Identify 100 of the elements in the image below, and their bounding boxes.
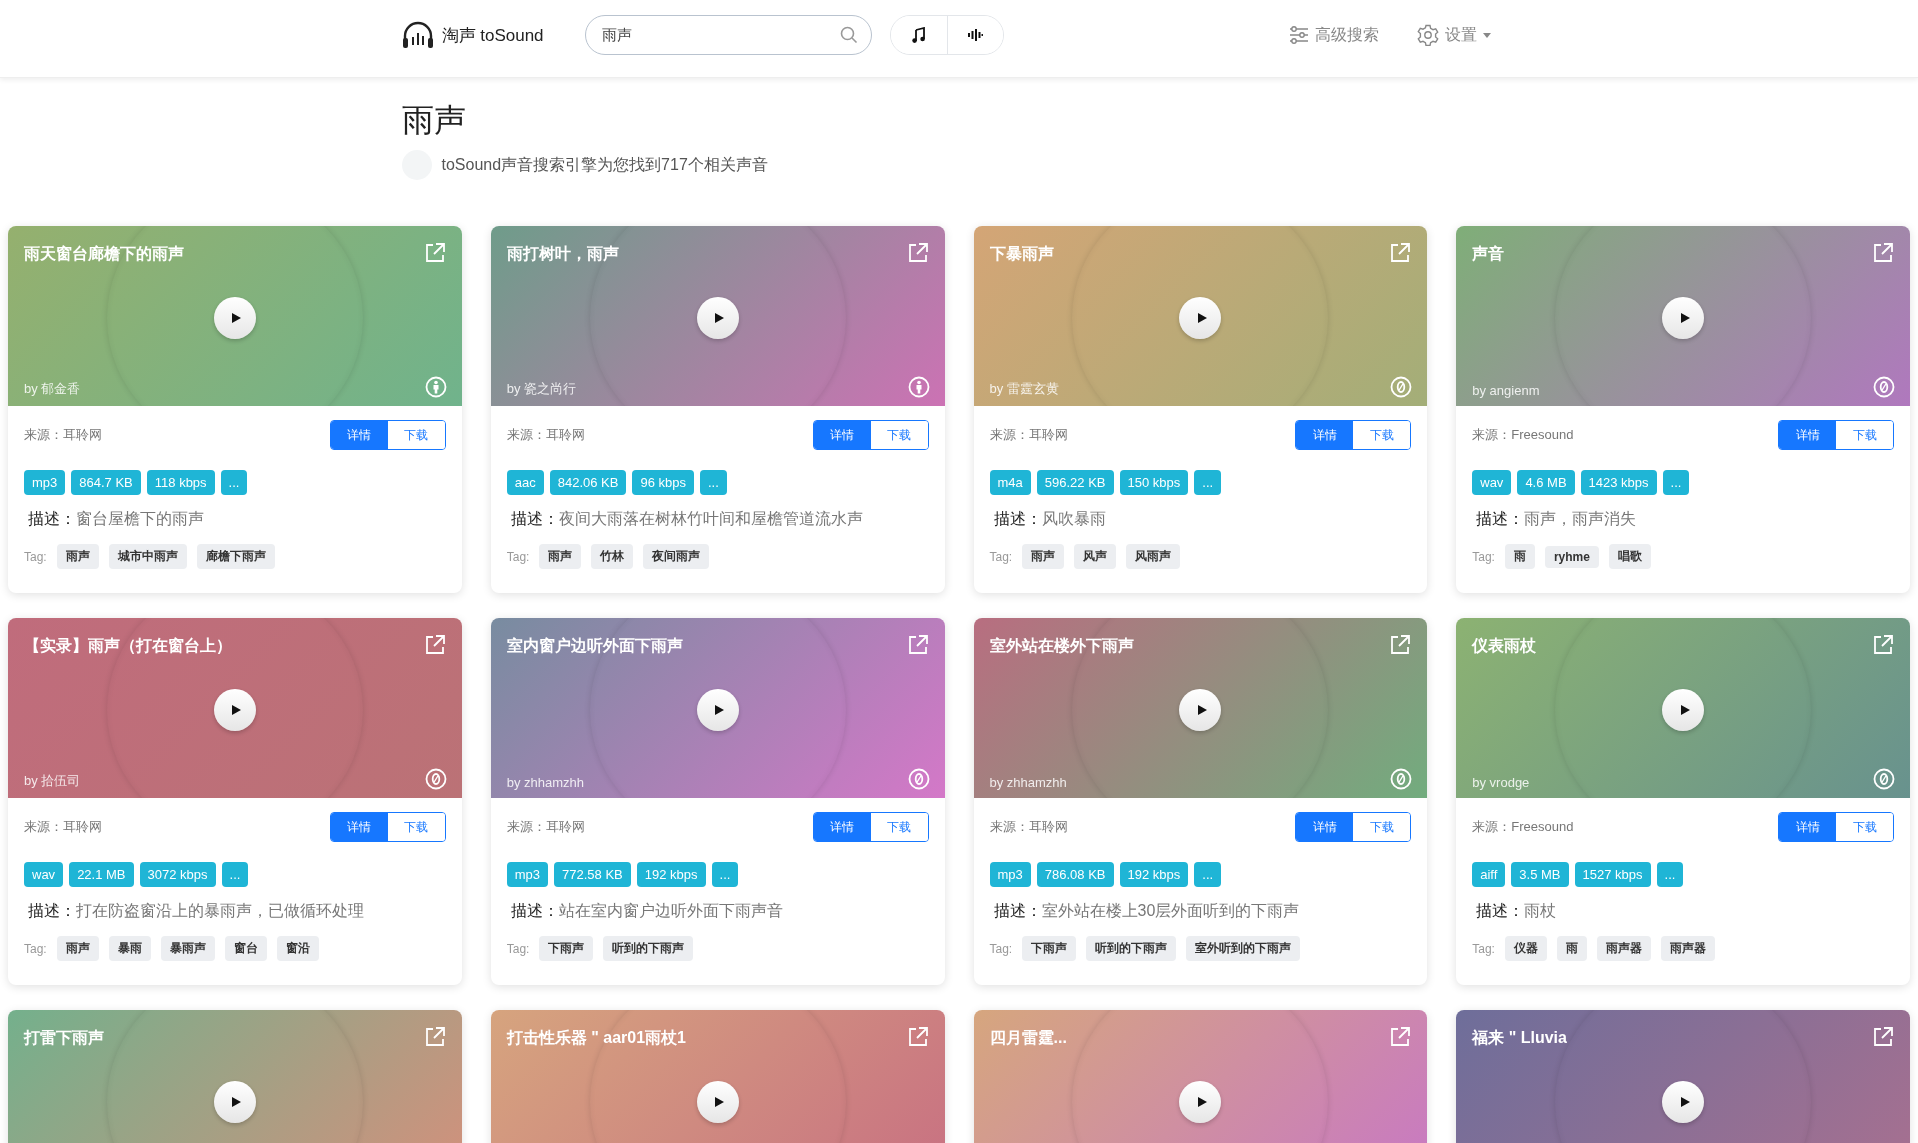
source-text: 来源：耳聆网 [989, 426, 1068, 444]
tag-chip[interactable]: 雨 [1504, 544, 1535, 569]
tag-chip[interactable]: 雨声 [539, 544, 582, 569]
sound-title[interactable]: 仪表雨杖 [1472, 636, 1537, 657]
external-link-icon[interactable] [906, 634, 929, 656]
play-button[interactable] [696, 689, 739, 731]
zero-license-icon [424, 768, 447, 790]
play-button[interactable] [696, 1081, 739, 1123]
details-button[interactable]: 详情 [1779, 813, 1836, 841]
tag-chip[interactable]: 风声 [1074, 544, 1117, 569]
tag-chip[interactable]: 竹林 [591, 544, 634, 569]
play-button[interactable] [1662, 297, 1705, 339]
tag-chip[interactable]: 窗沿 [276, 936, 319, 961]
search-field[interactable]: 雨声 [584, 15, 872, 55]
play-button[interactable] [213, 689, 256, 731]
source-text: 来源：耳聆网 [24, 426, 102, 444]
format-badge: 3.5 MB [1511, 862, 1569, 887]
zero-license-icon [907, 768, 930, 790]
details-button[interactable]: 详情 [813, 421, 871, 449]
tag-chip[interactable]: 夜间雨声 [643, 544, 710, 569]
tag-chip[interactable]: 雨声 [56, 544, 99, 569]
sound-title[interactable]: 雨打树叶，雨声 [506, 244, 619, 265]
nav-link[interactable]: 高级搜索 [1288, 24, 1379, 46]
sound-title[interactable]: 福来 " Lluvia [1472, 1028, 1567, 1049]
sound-title[interactable]: 雨天窗台廊檐下的雨声 [24, 244, 184, 265]
author-name[interactable]: by 瓷之尚行 [506, 380, 577, 398]
sound-title[interactable]: 打雷下雨声 [24, 1028, 104, 1049]
play-icon [1678, 312, 1691, 324]
tag-chip[interactable]: 暴雨声 [160, 936, 215, 961]
nav-link[interactable]: 设置 [1416, 24, 1491, 46]
sound-title[interactable]: 室内窗户边听外面下雨声 [506, 636, 683, 657]
source-text: 来源：Freesound [1472, 426, 1574, 444]
external-link-icon[interactable] [1872, 242, 1894, 264]
details-button[interactable]: 详情 [813, 813, 871, 841]
play-button[interactable] [1662, 689, 1705, 731]
brand-name[interactable]: 淘声 toSound [441, 23, 544, 47]
play-button[interactable] [1179, 689, 1222, 731]
sound-title[interactable]: 【实录】雨声（打在窗台上） [24, 636, 232, 657]
tag-chip[interactable]: 下雨声 [1022, 936, 1077, 961]
external-link-icon[interactable] [423, 634, 446, 656]
description-text: 描述：风吹暴雨 [993, 509, 1107, 529]
author-name[interactable]: by zhhamzhh [989, 775, 1067, 790]
author-name[interactable]: by angienm [1472, 383, 1540, 398]
tag-chip[interactable]: 雨 [1556, 936, 1587, 961]
author-name[interactable]: by 拾伍司 [24, 772, 81, 790]
sound-title[interactable]: 声音 [1472, 244, 1505, 265]
tag-chip[interactable]: 城市中雨声 [108, 544, 187, 569]
sound-mode-button[interactable] [946, 16, 1003, 54]
sound-title[interactable]: 室外站在楼外下雨声 [989, 636, 1134, 657]
tag-chip[interactable]: 仪器 [1504, 936, 1547, 961]
tag-chip[interactable]: 暴雨 [108, 936, 151, 961]
details-button[interactable]: 详情 [1779, 421, 1836, 449]
tag-chip[interactable]: 雨声器 [1596, 936, 1651, 961]
play-icon [713, 704, 726, 716]
external-link-icon[interactable] [423, 1026, 446, 1048]
play-button[interactable] [1179, 297, 1222, 339]
source-text: 来源：耳聆网 [506, 818, 585, 836]
details-button[interactable]: 详情 [1296, 813, 1354, 841]
external-link-icon[interactable] [1872, 634, 1894, 656]
author-name[interactable]: by 郁金香 [24, 380, 81, 398]
zero-license-icon [1873, 768, 1895, 790]
tag-chip[interactable]: 听到的下雨声 [603, 936, 694, 961]
play-icon [1195, 1096, 1208, 1108]
play-button[interactable] [696, 297, 739, 339]
tag-chip[interactable]: 雨声器 [1660, 936, 1715, 961]
play-button[interactable] [1179, 1081, 1222, 1123]
details-button[interactable]: 详情 [330, 421, 388, 449]
tag-chip[interactable]: 雨声 [56, 936, 99, 961]
sound-title[interactable]: 打击性乐器 " aar01雨杖1 [506, 1028, 686, 1049]
sound-title[interactable]: 四月雷霆... [989, 1028, 1067, 1049]
tag-label: Tag: [1472, 941, 1495, 956]
external-link-icon[interactable] [1389, 634, 1412, 656]
author-name[interactable]: by zhhamzhh [506, 775, 585, 790]
external-link-icon[interactable] [1389, 1026, 1412, 1048]
tag-chip[interactable]: 室外听到的下雨声 [1186, 936, 1301, 961]
tag-chip[interactable]: 窗台 [224, 936, 267, 961]
tag-chip[interactable]: 风雨声 [1126, 544, 1181, 569]
tag-chip[interactable]: 廊檐下雨声 [196, 544, 275, 569]
tag-chip[interactable]: ryhme [1544, 545, 1599, 568]
format-badge: aac [506, 470, 544, 495]
play-button[interactable] [213, 297, 256, 339]
external-link-icon[interactable] [906, 1026, 929, 1048]
sound-title[interactable]: 下暴雨声 [989, 244, 1054, 265]
external-link-icon[interactable] [906, 242, 929, 264]
format-badge: ... [1194, 470, 1222, 495]
play-button[interactable] [213, 1081, 256, 1123]
details-button[interactable]: 详情 [1296, 421, 1354, 449]
format-badge: ... [1194, 862, 1222, 887]
play-button[interactable] [1662, 1081, 1705, 1123]
search-icon[interactable] [839, 26, 858, 44]
author-name[interactable]: by vrodge [1472, 775, 1530, 790]
tag-chip[interactable]: 雨声 [1022, 544, 1065, 569]
tag-chip[interactable]: 听到的下雨声 [1086, 936, 1177, 961]
tag-chip[interactable]: 下雨声 [539, 936, 594, 961]
source-text: 来源：Freesound [1472, 818, 1574, 836]
tag-chip[interactable]: 唱歌 [1608, 544, 1651, 569]
format-badge: wav [1472, 470, 1512, 495]
description-text: 描述：站在室内窗户边听外面下雨声音 [510, 901, 784, 921]
details-button[interactable]: 详情 [330, 813, 388, 841]
external-link-icon[interactable] [1872, 1026, 1894, 1048]
